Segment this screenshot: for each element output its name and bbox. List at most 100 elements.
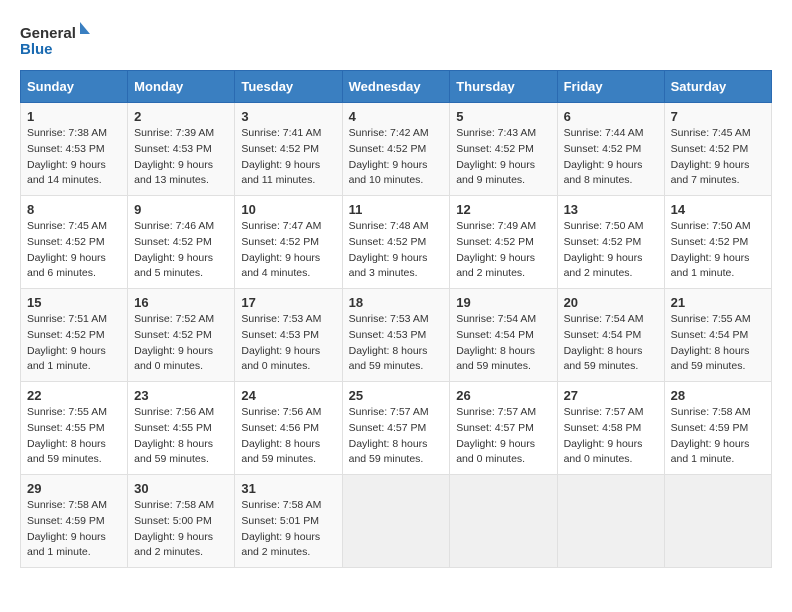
calendar-cell: 7 Sunrise: 7:45 AMSunset: 4:52 PMDaylight… [664, 103, 771, 196]
day-number: 1 [27, 109, 121, 124]
logo: General Blue [20, 20, 90, 60]
calendar-cell: 16 Sunrise: 7:52 AMSunset: 4:52 PMDayligh… [128, 289, 235, 382]
calendar-cell: 6 Sunrise: 7:44 AMSunset: 4:52 PMDaylight… [557, 103, 664, 196]
day-info: Sunrise: 7:57 AMSunset: 4:57 PMDaylight:… [456, 405, 550, 468]
day-info: Sunrise: 7:45 AMSunset: 4:52 PMDaylight:… [27, 219, 121, 282]
calendar-week-2: 8 Sunrise: 7:45 AMSunset: 4:52 PMDaylight… [21, 196, 772, 289]
day-number: 18 [349, 295, 444, 310]
day-info: Sunrise: 7:53 AMSunset: 4:53 PMDaylight:… [349, 312, 444, 375]
day-info: Sunrise: 7:43 AMSunset: 4:52 PMDaylight:… [456, 126, 550, 189]
day-info: Sunrise: 7:58 AMSunset: 5:01 PMDaylight:… [241, 498, 335, 561]
day-info: Sunrise: 7:56 AMSunset: 4:56 PMDaylight:… [241, 405, 335, 468]
calendar-cell: 12 Sunrise: 7:49 AMSunset: 4:52 PMDayligh… [450, 196, 557, 289]
day-number: 14 [671, 202, 765, 217]
header-wednesday: Wednesday [342, 71, 450, 103]
day-info: Sunrise: 7:45 AMSunset: 4:52 PMDaylight:… [671, 126, 765, 189]
day-number: 16 [134, 295, 228, 310]
day-info: Sunrise: 7:50 AMSunset: 4:52 PMDaylight:… [564, 219, 658, 282]
day-info: Sunrise: 7:44 AMSunset: 4:52 PMDaylight:… [564, 126, 658, 189]
calendar-cell: 15Sunrise: 7:51 AMSunset: 4:52 PMDayligh… [21, 289, 128, 382]
day-number: 23 [134, 388, 228, 403]
calendar-cell: 9 Sunrise: 7:46 AMSunset: 4:52 PMDaylight… [128, 196, 235, 289]
calendar-week-3: 15Sunrise: 7:51 AMSunset: 4:52 PMDayligh… [21, 289, 772, 382]
calendar-cell: 8 Sunrise: 7:45 AMSunset: 4:52 PMDaylight… [21, 196, 128, 289]
calendar-cell: 3Sunrise: 7:41 AMSunset: 4:52 PMDaylight… [235, 103, 342, 196]
day-number: 5 [456, 109, 550, 124]
header-friday: Friday [557, 71, 664, 103]
day-number: 29 [27, 481, 121, 496]
day-number: 30 [134, 481, 228, 496]
calendar-cell [664, 475, 771, 568]
calendar-cell: 21 Sunrise: 7:55 AMSunset: 4:54 PMDayligh… [664, 289, 771, 382]
day-info: Sunrise: 7:55 AMSunset: 4:54 PMDaylight:… [671, 312, 765, 375]
calendar-cell [557, 475, 664, 568]
day-number: 13 [564, 202, 658, 217]
header-tuesday: Tuesday [235, 71, 342, 103]
calendar-cell: 25Sunrise: 7:57 AMSunset: 4:57 PMDayligh… [342, 382, 450, 475]
day-number: 8 [27, 202, 121, 217]
calendar-header: SundayMondayTuesdayWednesdayThursdayFrid… [21, 71, 772, 103]
calendar-cell [342, 475, 450, 568]
day-info: Sunrise: 7:58 AMSunset: 4:59 PMDaylight:… [671, 405, 765, 468]
calendar-cell: 24 Sunrise: 7:56 AMSunset: 4:56 PMDayligh… [235, 382, 342, 475]
day-info: Sunrise: 7:42 AMSunset: 4:52 PMDaylight:… [349, 126, 444, 189]
day-number: 27 [564, 388, 658, 403]
day-number: 24 [241, 388, 335, 403]
day-number: 26 [456, 388, 550, 403]
day-info: Sunrise: 7:49 AMSunset: 4:52 PMDaylight:… [456, 219, 550, 282]
day-number: 6 [564, 109, 658, 124]
calendar-cell: 19 Sunrise: 7:54 AMSunset: 4:54 PMDayligh… [450, 289, 557, 382]
day-number: 4 [349, 109, 444, 124]
day-number: 19 [456, 295, 550, 310]
day-number: 3 [241, 109, 335, 124]
day-info: Sunrise: 7:38 AMSunset: 4:53 PMDaylight:… [27, 126, 121, 189]
day-number: 25 [349, 388, 444, 403]
calendar-cell: 1 Sunrise: 7:38 AMSunset: 4:53 PMDaylight… [21, 103, 128, 196]
calendar-cell: 27Sunrise: 7:57 AMSunset: 4:58 PMDayligh… [557, 382, 664, 475]
calendar-cell: 10Sunrise: 7:47 AMSunset: 4:52 PMDayligh… [235, 196, 342, 289]
calendar-body: 1 Sunrise: 7:38 AMSunset: 4:53 PMDaylight… [21, 103, 772, 568]
calendar-cell: 2 Sunrise: 7:39 AMSunset: 4:53 PMDaylight… [128, 103, 235, 196]
calendar-cell: 11Sunrise: 7:48 AMSunset: 4:52 PMDayligh… [342, 196, 450, 289]
day-info: Sunrise: 7:54 AMSunset: 4:54 PMDaylight:… [564, 312, 658, 375]
calendar-cell: 26 Sunrise: 7:57 AMSunset: 4:57 PMDayligh… [450, 382, 557, 475]
calendar-cell: 17Sunrise: 7:53 AMSunset: 4:53 PMDayligh… [235, 289, 342, 382]
day-info: Sunrise: 7:46 AMSunset: 4:52 PMDaylight:… [134, 219, 228, 282]
calendar-week-1: 1 Sunrise: 7:38 AMSunset: 4:53 PMDaylight… [21, 103, 772, 196]
calendar-week-4: 22 Sunrise: 7:55 AMSunset: 4:55 PMDayligh… [21, 382, 772, 475]
day-info: Sunrise: 7:53 AMSunset: 4:53 PMDaylight:… [241, 312, 335, 375]
day-info: Sunrise: 7:51 AMSunset: 4:52 PMDaylight:… [27, 312, 121, 375]
calendar-cell: 22 Sunrise: 7:55 AMSunset: 4:55 PMDayligh… [21, 382, 128, 475]
header-sunday: Sunday [21, 71, 128, 103]
calendar-cell: 31 Sunrise: 7:58 AMSunset: 5:01 PMDayligh… [235, 475, 342, 568]
calendar-cell: 13 Sunrise: 7:50 AMSunset: 4:52 PMDayligh… [557, 196, 664, 289]
calendar-cell: 30Sunrise: 7:58 AMSunset: 5:00 PMDayligh… [128, 475, 235, 568]
day-number: 31 [241, 481, 335, 496]
day-number: 22 [27, 388, 121, 403]
day-number: 21 [671, 295, 765, 310]
day-info: Sunrise: 7:39 AMSunset: 4:53 PMDaylight:… [134, 126, 228, 189]
calendar-table: SundayMondayTuesdayWednesdayThursdayFrid… [20, 70, 772, 568]
day-number: 20 [564, 295, 658, 310]
header-row: SundayMondayTuesdayWednesdayThursdayFrid… [21, 71, 772, 103]
day-info: Sunrise: 7:50 AMSunset: 4:52 PMDaylight:… [671, 219, 765, 282]
header-saturday: Saturday [664, 71, 771, 103]
day-number: 28 [671, 388, 765, 403]
day-number: 9 [134, 202, 228, 217]
day-info: Sunrise: 7:52 AMSunset: 4:52 PMDaylight:… [134, 312, 228, 375]
day-number: 12 [456, 202, 550, 217]
day-number: 11 [349, 202, 444, 217]
svg-text:General: General [20, 25, 76, 42]
day-number: 7 [671, 109, 765, 124]
calendar-cell: 4 Sunrise: 7:42 AMSunset: 4:52 PMDaylight… [342, 103, 450, 196]
calendar-cell: 5 Sunrise: 7:43 AMSunset: 4:52 PMDaylight… [450, 103, 557, 196]
page-header: General Blue [20, 20, 772, 60]
day-info: Sunrise: 7:55 AMSunset: 4:55 PMDaylight:… [27, 405, 121, 468]
calendar-cell: 28 Sunrise: 7:58 AMSunset: 4:59 PMDayligh… [664, 382, 771, 475]
calendar-cell: 23Sunrise: 7:56 AMSunset: 4:55 PMDayligh… [128, 382, 235, 475]
calendar-cell [450, 475, 557, 568]
calendar-cell: 18 Sunrise: 7:53 AMSunset: 4:53 PMDayligh… [342, 289, 450, 382]
day-info: Sunrise: 7:54 AMSunset: 4:54 PMDaylight:… [456, 312, 550, 375]
calendar-week-5: 29Sunrise: 7:58 AMSunset: 4:59 PMDayligh… [21, 475, 772, 568]
day-number: 2 [134, 109, 228, 124]
